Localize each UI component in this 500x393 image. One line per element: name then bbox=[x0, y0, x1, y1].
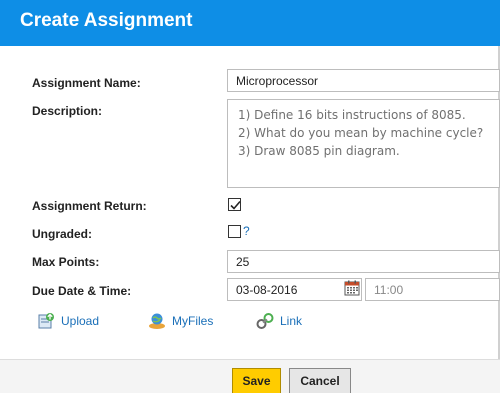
description-line-1: 1) Define 16 bits instructions of 8085. bbox=[238, 108, 466, 122]
dialog-header: Create Assignment bbox=[0, 0, 500, 46]
description-textarea[interactable]: 1) Define 16 bits instructions of 8085. … bbox=[227, 99, 500, 188]
assignment-return-label: Assignment Return: bbox=[32, 199, 147, 213]
due-time-input[interactable]: 11:00 bbox=[365, 278, 500, 301]
myfiles-label: MyFiles bbox=[172, 314, 214, 328]
calendar-icon[interactable] bbox=[344, 280, 360, 296]
dialog-footer: Save Cancel bbox=[0, 359, 500, 393]
assignment-return-checkbox[interactable] bbox=[228, 198, 241, 211]
ungraded-checkbox[interactable] bbox=[228, 225, 241, 238]
link-label: Link bbox=[280, 314, 303, 328]
max-points-input[interactable]: 25 bbox=[227, 250, 500, 273]
ungraded-label: Ungraded: bbox=[32, 227, 92, 241]
due-date-label: Due Date & Time: bbox=[32, 284, 132, 298]
save-button[interactable]: Save bbox=[232, 368, 281, 393]
link-icon bbox=[256, 313, 274, 329]
myfiles-icon bbox=[149, 313, 165, 329]
dialog-title: Create Assignment bbox=[20, 10, 193, 31]
due-date-input[interactable]: 03-08-2016 bbox=[227, 278, 362, 301]
checkmark-icon bbox=[230, 200, 241, 210]
assignment-name-label: Assignment Name: bbox=[32, 76, 141, 90]
description-label: Description: bbox=[32, 104, 103, 118]
upload-link[interactable]: Upload bbox=[37, 312, 99, 330]
cancel-button[interactable]: Cancel bbox=[289, 368, 351, 393]
max-points-label: Max Points: bbox=[32, 255, 100, 269]
assignment-name-input[interactable]: Microprocessor bbox=[227, 69, 500, 92]
ungraded-help-link[interactable]: ? bbox=[243, 224, 250, 238]
upload-icon bbox=[38, 313, 54, 329]
description-line-2: 2) What do you mean by machine cycle? bbox=[238, 126, 484, 140]
upload-label: Upload bbox=[61, 314, 100, 328]
myfiles-link[interactable]: MyFiles bbox=[148, 312, 213, 330]
description-line-3: 3) Draw 8085 pin diagram. bbox=[238, 144, 400, 158]
link-link[interactable]: Link bbox=[256, 312, 302, 330]
